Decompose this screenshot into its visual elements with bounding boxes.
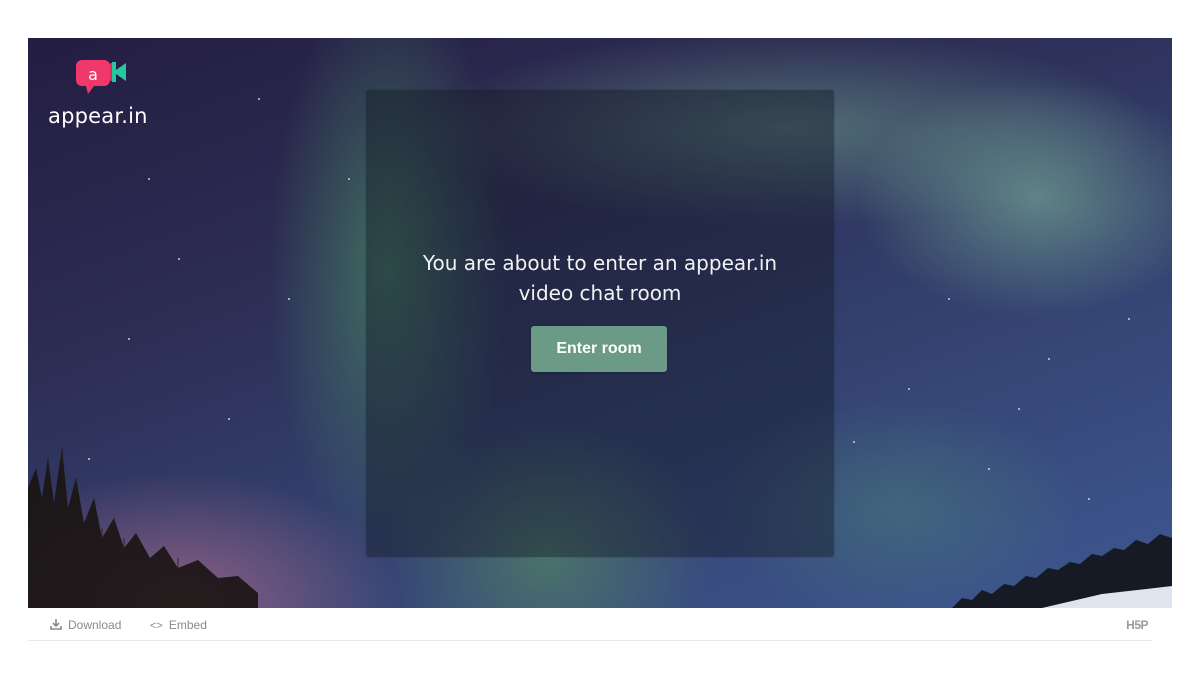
appear-in-logo[interactable]: a appear.in xyxy=(48,58,168,138)
video-chat-logo-icon: a xyxy=(76,60,126,94)
code-icon: <> xyxy=(150,620,163,632)
logo-letter: a xyxy=(88,65,98,84)
download-link[interactable]: Download xyxy=(50,610,121,640)
h5p-action-bar: Download <> Embed H5P xyxy=(28,610,1152,641)
dialog-message-line-2: video chat room xyxy=(518,281,682,305)
h5p-logo[interactable]: H5P xyxy=(1126,610,1148,640)
trees-silhouette-right xyxy=(952,534,1172,608)
trees-silhouette-left xyxy=(28,448,258,608)
background-image-frame: a appear.in You are about to enter an ap… xyxy=(28,38,1172,608)
embed-link[interactable]: <> Embed xyxy=(150,610,207,640)
download-label: Download xyxy=(68,618,122,632)
enter-room-dialog: You are about to enter an appear.in vide… xyxy=(366,90,834,557)
dialog-message: You are about to enter an appear.in vide… xyxy=(366,248,834,308)
brand-name: appear.in xyxy=(48,104,148,128)
download-icon xyxy=(50,619,62,630)
embed-label: Embed xyxy=(168,618,207,632)
dialog-message-line-1: You are about to enter an appear.in xyxy=(422,251,778,275)
enter-room-button[interactable]: Enter room xyxy=(531,326,667,372)
